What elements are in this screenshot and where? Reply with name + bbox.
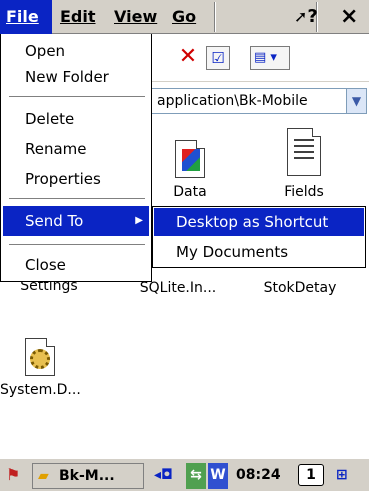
- help-icon[interactable]: ➚?: [294, 0, 318, 34]
- data-file-icon: [175, 140, 205, 178]
- go-menu-button[interactable]: Go: [166, 0, 202, 34]
- document-icon: [287, 128, 321, 176]
- signal-icon[interactable]: ◂◘: [154, 463, 173, 489]
- menu-item-send-to[interactable]: Send To ▶: [3, 206, 149, 236]
- submenu-item-desktop-shortcut[interactable]: Desktop as Shortcut: [154, 208, 364, 236]
- close-icon: ×: [340, 4, 359, 29]
- submenu-item-my-documents[interactable]: My Documents: [154, 238, 364, 266]
- file-label: Data: [173, 184, 207, 200]
- menu-separator: [9, 198, 145, 200]
- network-icon[interactable]: ⊞: [336, 463, 348, 489]
- address-bar[interactable]: application\Bk-Mobile ▼: [150, 88, 367, 114]
- menu-item-properties[interactable]: Properties: [3, 164, 149, 194]
- submenu-item-label: My Documents: [176, 243, 289, 261]
- file-item-data[interactable]: Data: [160, 140, 220, 200]
- delete-icon[interactable]: ✕: [176, 46, 200, 70]
- menu-item-rename[interactable]: Rename: [3, 134, 149, 164]
- folder-icon: ▰: [38, 468, 49, 484]
- file-item-fields[interactable]: Fields: [264, 128, 344, 200]
- menu-item-label: Rename: [25, 140, 87, 158]
- taskbar-window-button[interactable]: ▰ Bk-M...: [32, 463, 144, 489]
- taskbar: ⚑ ▰ Bk-M... ◂◘ ⇆ W 08:24 1 ⊞: [0, 458, 369, 491]
- clock-text: 08:24: [236, 467, 281, 483]
- sync-icon[interactable]: ⇆: [186, 463, 206, 489]
- menu-item-label: Properties: [25, 170, 101, 188]
- submenu-item-label: Desktop as Shortcut: [176, 213, 329, 231]
- view-toggle-icon[interactable]: ▤ ▾: [250, 46, 290, 70]
- view-menu-button[interactable]: View: [108, 0, 163, 34]
- file-label: File: [6, 7, 39, 26]
- clock: 08:24: [236, 463, 281, 489]
- menu-item-delete[interactable]: Delete: [3, 104, 149, 134]
- taskbar-window-label: Bk-M...: [59, 468, 115, 484]
- chevron-right-icon: ▶: [135, 215, 143, 226]
- go-label: Go: [172, 7, 197, 26]
- start-flag-icon[interactable]: ⚑: [6, 463, 20, 489]
- address-text: application\Bk-Mobile: [157, 93, 308, 109]
- gear-file-icon: [25, 338, 55, 376]
- menu-bar: File Edit View Go ➚? ×: [0, 0, 369, 34]
- file-label: System.D...: [0, 382, 81, 398]
- menu-separator: [9, 96, 145, 98]
- menu-item-label: Close: [25, 256, 66, 274]
- file-dropdown-menu: Open New Folder Delete Rename Properties…: [0, 34, 152, 282]
- menu-item-close[interactable]: Close: [3, 250, 149, 280]
- file-item-sqlite[interactable]: SQLite.In...: [128, 280, 228, 306]
- toolbar: ✕ ☑ ▤ ▾: [150, 34, 369, 82]
- file-label: Fields: [284, 184, 324, 200]
- file-item-settings[interactable]: Settings: [0, 280, 98, 306]
- file-menu-button[interactable]: File: [0, 0, 52, 34]
- file-item-system[interactable]: System.D...: [0, 338, 81, 398]
- file-label: SQLite.In...: [139, 280, 217, 296]
- input-panel-badge[interactable]: 1: [298, 464, 324, 486]
- view-label: View: [114, 7, 158, 26]
- file-label: StokDetay: [263, 280, 337, 296]
- menu-item-label: New Folder: [25, 68, 109, 86]
- menu-item-label: Open: [25, 42, 66, 60]
- menu-separator: [9, 244, 145, 246]
- chevron-down-icon[interactable]: ▼: [346, 89, 366, 113]
- help-label: ?: [307, 6, 318, 27]
- close-button[interactable]: ×: [340, 0, 358, 34]
- file-item-stokdetay[interactable]: StokDetay: [250, 280, 350, 306]
- badge-text: 1: [306, 467, 316, 483]
- file-label: Settings: [20, 280, 78, 294]
- menu-item-new-folder[interactable]: New Folder: [3, 62, 149, 92]
- edit-label: Edit: [60, 7, 96, 26]
- word-icon[interactable]: W: [208, 463, 228, 489]
- properties-icon[interactable]: ☑: [206, 46, 230, 70]
- menu-item-label: Delete: [25, 110, 75, 128]
- send-to-submenu: Desktop as Shortcut My Documents: [152, 206, 366, 268]
- menu-item-label: Send To: [25, 212, 84, 230]
- edit-menu-button[interactable]: Edit: [54, 0, 102, 34]
- menubar-separator: [214, 2, 216, 32]
